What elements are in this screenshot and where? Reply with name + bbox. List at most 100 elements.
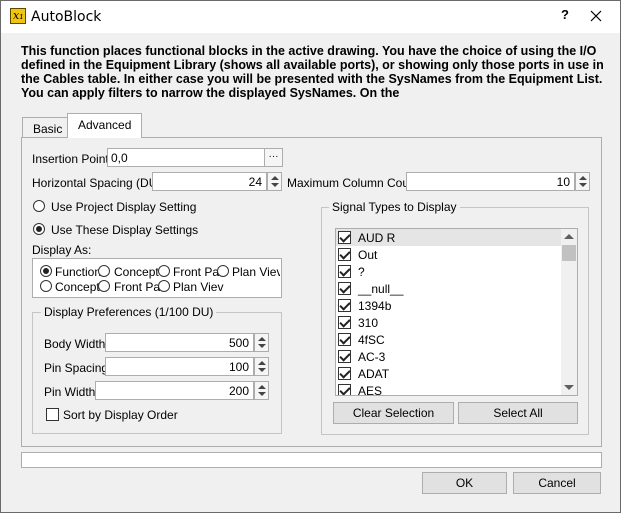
signal-type-label: 310 xyxy=(358,316,379,330)
signal-type-checkbox[interactable] xyxy=(338,248,351,261)
signal-type-checkbox[interactable] xyxy=(338,299,351,312)
signal-type-checkbox[interactable] xyxy=(338,333,351,346)
signal-type-label: 1394b xyxy=(358,299,392,313)
pin-spacing-value: 100 xyxy=(228,360,249,374)
max-column-count-spinner[interactable] xyxy=(575,172,590,191)
autoblock-dialog: x₁ AutoBlock ? This function places func… xyxy=(0,0,621,513)
display-as-option-4[interactable] xyxy=(40,280,52,292)
display-as-label-5: Front Pa xyxy=(114,280,161,294)
spin-up-icon xyxy=(579,176,587,180)
cancel-button[interactable]: Cancel xyxy=(513,472,601,494)
horizontal-spacing-label: Horizontal Spacing (DU) xyxy=(32,176,162,190)
clear-selection-button[interactable]: Clear Selection xyxy=(333,402,454,424)
signal-types-list[interactable]: AUD R Out ? __null__ 1394b 310 4fSC AC-3… xyxy=(335,228,578,396)
pin-width-value: 200 xyxy=(228,384,249,398)
signal-type-checkbox[interactable] xyxy=(338,384,351,395)
spin-up-icon xyxy=(258,385,266,389)
max-column-count-value: 10 xyxy=(556,175,570,189)
sort-by-display-order-label: Sort by Display Order xyxy=(63,408,178,422)
signal-type-label: Out xyxy=(358,248,378,262)
progress-bar xyxy=(21,452,602,468)
spin-up-icon xyxy=(271,176,279,180)
body-width-field[interactable]: 500 xyxy=(105,333,254,352)
display-as-label-1: Concept xyxy=(114,265,159,279)
horizontal-spacing-field[interactable]: 24 xyxy=(152,172,267,191)
scroll-down-icon[interactable] xyxy=(564,385,574,390)
max-column-count-field[interactable]: 10 xyxy=(406,172,575,191)
close-button[interactable] xyxy=(583,7,609,25)
spin-down-icon xyxy=(258,368,266,372)
list-item[interactable]: AC-3 xyxy=(336,348,561,365)
display-as-option-3[interactable] xyxy=(217,265,229,277)
list-item[interactable]: 4fSC xyxy=(336,331,561,348)
insertion-point-value: 0,0 xyxy=(111,151,128,165)
list-item[interactable]: __null__ xyxy=(336,280,561,297)
signal-type-label: ? xyxy=(358,265,365,279)
scroll-thumb[interactable] xyxy=(562,245,576,261)
signal-type-label: AC-3 xyxy=(358,350,386,364)
spin-down-icon xyxy=(579,183,587,187)
list-item[interactable]: ADAT xyxy=(336,365,561,382)
horizontal-spacing-spinner[interactable] xyxy=(267,172,282,191)
spin-down-icon xyxy=(271,183,279,187)
list-item[interactable]: 1394b xyxy=(336,297,561,314)
max-column-count-label: Maximum Column Count xyxy=(287,176,420,190)
select-all-button[interactable]: Select All xyxy=(458,402,578,424)
signal-type-checkbox[interactable] xyxy=(338,350,351,363)
scroll-up-icon[interactable] xyxy=(564,234,574,239)
list-item[interactable]: ? xyxy=(336,263,561,280)
pin-width-spinner[interactable] xyxy=(254,381,269,400)
display-as-option-1[interactable] xyxy=(98,265,110,277)
pin-width-field[interactable]: 200 xyxy=(95,381,254,400)
signal-type-checkbox[interactable] xyxy=(338,316,351,329)
display-preferences-title: Display Preferences (1/100 DU) xyxy=(41,305,217,319)
pin-spacing-spinner[interactable] xyxy=(254,357,269,376)
signal-type-label: 4fSC xyxy=(358,333,385,347)
signal-type-checkbox[interactable] xyxy=(338,265,351,278)
display-as-label-2: Front Pa xyxy=(173,265,220,279)
pin-width-label: Pin Width xyxy=(44,385,96,399)
signal-type-checkbox[interactable] xyxy=(338,231,351,244)
list-item[interactable]: AES xyxy=(336,382,561,396)
display-as-label-4: Concept xyxy=(55,280,100,294)
browse-button[interactable]: ··· xyxy=(264,148,283,167)
list-scrollbar[interactable] xyxy=(561,229,577,395)
insertion-point-field[interactable]: 0,0 xyxy=(107,148,265,167)
spin-down-icon xyxy=(258,392,266,396)
list-item[interactable]: 310 xyxy=(336,314,561,331)
window-title: AutoBlock xyxy=(31,9,102,25)
display-as-option-6[interactable] xyxy=(158,280,170,292)
signal-type-label: ADAT xyxy=(358,367,390,381)
description-text: This function places functional blocks i… xyxy=(21,44,604,100)
list-item[interactable]: AUD R xyxy=(336,229,561,246)
close-icon xyxy=(590,10,602,22)
use-these-display-label: Use These Display Settings xyxy=(51,223,199,237)
signal-type-checkbox[interactable] xyxy=(338,282,351,295)
display-as-option-0[interactable] xyxy=(40,265,52,277)
horizontal-spacing-value: 24 xyxy=(248,175,262,189)
signal-type-label: AES xyxy=(358,384,383,396)
display-as-label-6: Plan Viev xyxy=(173,280,224,294)
display-as-box: Function Concept Front Pa Plan Viev Conc… xyxy=(32,258,282,298)
app-icon: x₁ xyxy=(10,8,26,24)
signal-type-checkbox[interactable] xyxy=(338,367,351,380)
help-button[interactable]: ? xyxy=(557,7,573,25)
tab-advanced[interactable]: Advanced xyxy=(67,113,143,138)
display-as-option-5[interactable] xyxy=(98,280,110,292)
signal-type-label: __null__ xyxy=(358,282,404,296)
use-project-display-radio[interactable] xyxy=(33,200,45,212)
body-width-label: Body Width xyxy=(44,337,106,351)
app-icon-text: x₁ xyxy=(13,9,24,22)
display-as-label: Display As: xyxy=(32,243,92,257)
body-width-spinner[interactable] xyxy=(254,333,269,352)
pin-spacing-field[interactable]: 100 xyxy=(105,357,254,376)
ok-button[interactable]: OK xyxy=(422,472,507,494)
insertion-point-label: Insertion Point xyxy=(32,152,109,166)
spin-up-icon xyxy=(258,337,266,341)
tab-basic[interactable]: Basic xyxy=(22,117,74,138)
use-these-display-radio[interactable] xyxy=(33,223,45,235)
pin-spacing-label: Pin Spacing xyxy=(44,361,109,375)
list-item[interactable]: Out xyxy=(336,246,561,263)
sort-by-display-order-checkbox[interactable] xyxy=(46,408,59,421)
display-as-option-2[interactable] xyxy=(158,265,170,277)
